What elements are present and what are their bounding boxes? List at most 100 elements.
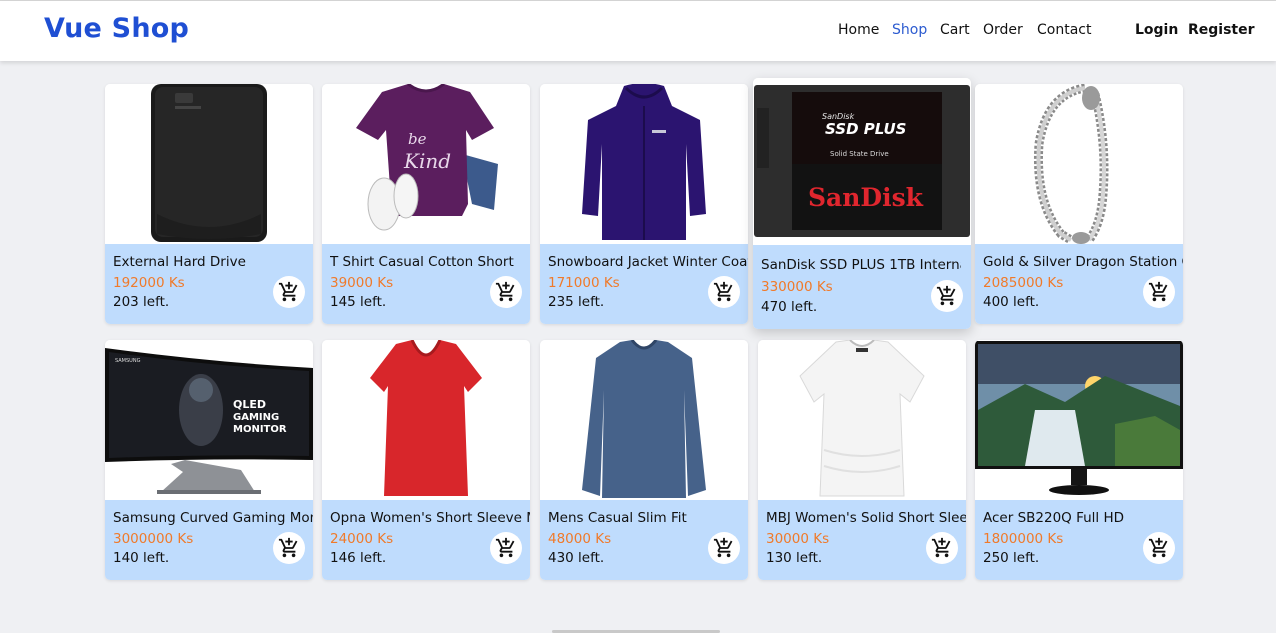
product-info: External Hard Drive 192000 Ks 203 left. <box>105 244 313 324</box>
product-stock: 145 left. <box>330 294 387 310</box>
product-image-dragon-bracelet[interactable] <box>975 84 1183 244</box>
product-card[interactable]: SanDisk SSD PLUS Solid State Drive SanDi… <box>753 78 971 329</box>
nav-cart[interactable]: Cart <box>940 22 970 38</box>
add-to-cart-icon <box>1148 281 1168 302</box>
svg-text:be: be <box>408 130 427 148</box>
product-stock: 130 left. <box>766 550 823 566</box>
product-info: Acer SB220Q Full HD 1800000 Ks 250 left. <box>975 500 1183 580</box>
product-price: 1800000 Ks <box>983 531 1064 547</box>
product-stock: 140 left. <box>113 550 170 566</box>
product-image-red-tshirt[interactable] <box>322 340 530 500</box>
add-to-cart-icon <box>278 537 298 558</box>
register-link[interactable]: Register <box>1188 22 1255 38</box>
add-to-cart-button[interactable] <box>708 276 740 308</box>
product-name[interactable]: External Hard Drive <box>113 254 313 270</box>
add-to-cart-icon <box>936 285 956 306</box>
add-to-cart-button[interactable] <box>273 276 305 308</box>
monitor-art-text: MONITOR <box>233 424 287 435</box>
product-stock: 430 left. <box>548 550 605 566</box>
nav-order-link[interactable]: Order <box>983 22 1023 38</box>
add-to-cart-icon <box>713 537 733 558</box>
product-price: 192000 Ks <box>113 275 185 291</box>
product-info: SanDisk SSD PLUS 1TB Internal 330000 Ks … <box>753 245 971 329</box>
product-image-curved-monitor[interactable]: SAMSUNG QLED GAMING MONITOR <box>105 340 313 500</box>
add-to-cart-button[interactable] <box>1143 276 1175 308</box>
nav-home[interactable]: Home <box>838 22 879 38</box>
nav-contact-link[interactable]: Contact <box>1037 22 1091 38</box>
product-image-sandisk-ssd[interactable]: SanDisk SSD PLUS Solid State Drive SanDi… <box>753 78 971 245</box>
monitor-brand-text: SAMSUNG <box>115 358 141 364</box>
product-stock: 146 left. <box>330 550 387 566</box>
add-to-cart-button[interactable] <box>1143 532 1175 564</box>
product-name[interactable]: Opna Women's Short Sleeve M <box>330 510 530 526</box>
product-card[interactable]: Mens Casual Slim Fit 48000 Ks 430 left. <box>540 340 748 580</box>
product-name[interactable]: T Shirt Casual Cotton Short <box>330 254 530 270</box>
add-to-cart-button[interactable] <box>273 532 305 564</box>
product-image-purple-tshirt[interactable]: be Kind <box>322 84 530 244</box>
product-name[interactable]: Snowboard Jacket Winter Coat <box>548 254 748 270</box>
product-price: 39000 Ks <box>330 275 394 291</box>
svg-text:Kind: Kind <box>403 149 451 173</box>
product-name[interactable]: Mens Casual Slim Fit <box>548 510 748 526</box>
product-stock: 250 left. <box>983 550 1040 566</box>
product-price: 30000 Ks <box>766 531 830 547</box>
product-name[interactable]: MBJ Women's Solid Short Slee <box>766 510 966 526</box>
monitor-art-text: QLED <box>233 398 266 411</box>
product-info: Samsung Curved Gaming Moni 3000000 Ks 14… <box>105 500 313 580</box>
product-card[interactable]: Snowboard Jacket Winter Coat 171000 Ks 2… <box>540 84 748 324</box>
product-stock: 203 left. <box>113 294 170 310</box>
product-image-white-top[interactable] <box>758 340 966 500</box>
ssd-art-logo: SanDisk <box>808 183 924 212</box>
ssd-art-model: SSD PLUS <box>825 120 906 138</box>
product-info: Snowboard Jacket Winter Coat 171000 Ks 2… <box>540 244 748 324</box>
product-info: Opna Women's Short Sleeve M 24000 Ks 146… <box>322 500 530 580</box>
product-name[interactable]: Gold & Silver Dragon Station C <box>983 254 1183 270</box>
product-stock: 400 left. <box>983 294 1040 310</box>
monitor-art-text: GAMING <box>233 412 279 423</box>
product-card[interactable]: Acer SB220Q Full HD 1800000 Ks 250 left. <box>975 340 1183 580</box>
ssd-art-subtitle: Solid State Drive <box>830 150 889 158</box>
product-name[interactable]: SanDisk SSD PLUS 1TB Internal <box>761 257 961 273</box>
login-link[interactable]: Login <box>1135 22 1178 38</box>
product-card[interactable]: MBJ Women's Solid Short Slee 30000 Ks 13… <box>758 340 966 580</box>
product-card[interactable]: be Kind T Shirt Casual Cotton Short 3900… <box>322 84 530 324</box>
product-info: T Shirt Casual Cotton Short 39000 Ks 145… <box>322 244 530 324</box>
nav-contact[interactable]: Contact <box>1037 22 1091 38</box>
product-price: 330000 Ks <box>761 279 833 295</box>
product-image-purple-jacket[interactable] <box>540 84 748 244</box>
add-to-cart-button[interactable] <box>931 280 963 312</box>
product-card[interactable]: External Hard Drive 192000 Ks 203 left. <box>105 84 313 324</box>
product-info: Mens Casual Slim Fit 48000 Ks 430 left. <box>540 500 748 580</box>
add-to-cart-button[interactable] <box>490 532 522 564</box>
product-price: 171000 Ks <box>548 275 620 291</box>
product-info: Gold & Silver Dragon Station C 2085000 K… <box>975 244 1183 324</box>
nav-shop-link[interactable]: Shop <box>892 22 927 38</box>
add-to-cart-icon <box>495 281 515 302</box>
product-name[interactable]: Acer SB220Q Full HD <box>983 510 1183 526</box>
nav-cart-link[interactable]: Cart <box>940 22 970 38</box>
nav-shop[interactable]: Shop <box>892 22 927 38</box>
product-price: 48000 Ks <box>548 531 612 547</box>
nav-home-link[interactable]: Home <box>838 22 879 38</box>
product-name[interactable]: Samsung Curved Gaming Moni <box>113 510 313 526</box>
top-navbar: Vue Shop Home Shop Cart Order Contact Lo… <box>0 1 1276 61</box>
nav-order[interactable]: Order <box>983 22 1023 38</box>
add-to-cart-icon <box>1148 537 1168 558</box>
add-to-cart-icon <box>931 537 951 558</box>
product-card[interactable]: Opna Women's Short Sleeve M 24000 Ks 146… <box>322 340 530 580</box>
product-image-acer-monitor[interactable] <box>975 340 1183 500</box>
product-card[interactable]: SAMSUNG QLED GAMING MONITOR Samsung Curv… <box>105 340 313 580</box>
product-card[interactable]: Gold & Silver Dragon Station C 2085000 K… <box>975 84 1183 324</box>
add-to-cart-button[interactable] <box>708 532 740 564</box>
add-to-cart-button[interactable] <box>926 532 958 564</box>
add-to-cart-button[interactable] <box>490 276 522 308</box>
product-image-blue-longsleeve[interactable] <box>540 340 748 500</box>
add-to-cart-icon <box>278 281 298 302</box>
product-stock: 235 left. <box>548 294 605 310</box>
product-stock: 470 left. <box>761 299 818 315</box>
brand-logo[interactable]: Vue Shop <box>44 13 189 44</box>
add-to-cart-icon <box>495 537 515 558</box>
product-info: MBJ Women's Solid Short Slee 30000 Ks 13… <box>758 500 966 580</box>
product-price: 3000000 Ks <box>113 531 194 547</box>
product-image-hard-drive[interactable] <box>105 84 313 244</box>
